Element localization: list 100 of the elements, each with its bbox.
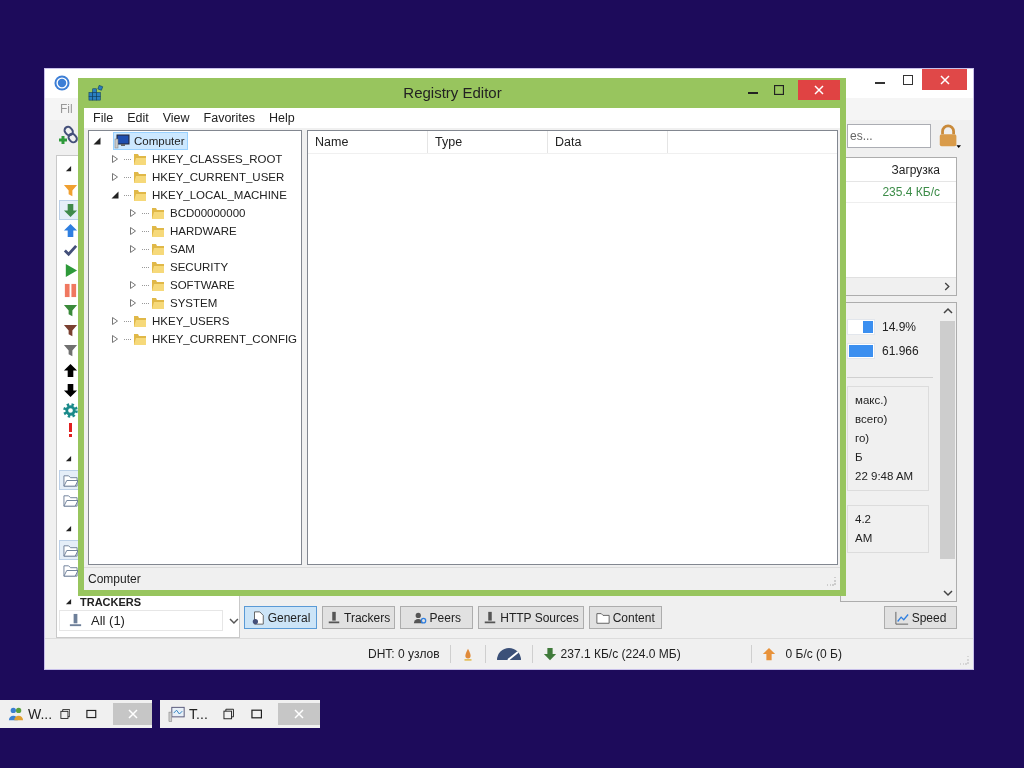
column-header[interactable]: Загрузка bbox=[891, 162, 940, 177]
tree-item[interactable]: SYSTEM bbox=[149, 294, 221, 312]
tab[interactable]: General bbox=[244, 606, 317, 629]
expand-icon[interactable] bbox=[129, 227, 137, 235]
check-icon bbox=[62, 242, 78, 258]
tree-item[interactable]: Computer bbox=[113, 132, 188, 150]
monitor-icon bbox=[168, 705, 186, 723]
column-header[interactable]: Data bbox=[548, 131, 668, 153]
dht-status: DHT: 0 узлов bbox=[368, 647, 440, 661]
chevron-down-icon[interactable] bbox=[229, 616, 239, 625]
folder-icon bbox=[132, 331, 148, 347]
info-text: макс.) bbox=[855, 393, 889, 408]
maximize-icon[interactable] bbox=[86, 708, 98, 720]
progress-text: 14.9% bbox=[882, 320, 917, 334]
collapse-icon[interactable] bbox=[65, 164, 72, 172]
registry-icon bbox=[88, 85, 105, 102]
up-arrow-icon bbox=[761, 647, 776, 661]
close-icon bbox=[294, 709, 305, 719]
column-header[interactable]: Type bbox=[428, 131, 548, 153]
down-arrow-icon bbox=[62, 382, 78, 398]
minimized-window[interactable]: T... bbox=[160, 700, 320, 728]
close-icon bbox=[127, 709, 138, 719]
scroll-up-icon[interactable] bbox=[942, 307, 953, 315]
close-icon bbox=[939, 74, 950, 85]
tab[interactable]: Speed bbox=[884, 606, 957, 629]
tree-label: HARDWARE bbox=[170, 225, 237, 237]
tree-item[interactable]: HARDWARE bbox=[149, 222, 240, 240]
scrollbar-thumb[interactable] bbox=[940, 321, 955, 559]
pin-icon bbox=[68, 613, 83, 628]
collapse-icon[interactable] bbox=[65, 454, 72, 462]
section-title: TRACKERS bbox=[80, 596, 142, 608]
restore-icon[interactable] bbox=[223, 708, 235, 720]
collapse-icon[interactable] bbox=[65, 598, 72, 605]
collapse-icon[interactable] bbox=[111, 191, 119, 199]
tab[interactable]: HTTP Sources bbox=[478, 606, 584, 629]
expand-icon[interactable] bbox=[129, 299, 137, 307]
menu-item[interactable]: File bbox=[93, 111, 114, 125]
tree-item[interactable]: BCD00000000 bbox=[149, 204, 249, 222]
people-icon bbox=[8, 705, 24, 723]
maximize-icon[interactable] bbox=[250, 708, 263, 720]
link-icon[interactable] bbox=[57, 125, 79, 147]
menu-item[interactable]: View bbox=[162, 111, 190, 125]
lock-icon[interactable] bbox=[937, 124, 961, 148]
tree-item[interactable]: SOFTWARE bbox=[149, 276, 238, 294]
upload-speed: 0 Б/с (0 Б) bbox=[785, 647, 842, 661]
expand-icon[interactable] bbox=[111, 335, 119, 343]
table-cell: 235.4 КБ/с bbox=[882, 185, 940, 199]
menu-item[interactable]: Help bbox=[269, 111, 295, 125]
gauge-icon[interactable] bbox=[495, 647, 522, 661]
close-button[interactable] bbox=[798, 80, 840, 100]
expand-icon[interactable] bbox=[129, 209, 137, 217]
window-title: Registry Editor bbox=[402, 83, 503, 103]
tree-item[interactable]: SAM bbox=[149, 240, 198, 258]
gear-icon bbox=[62, 402, 78, 418]
info-text: Б bbox=[855, 450, 864, 465]
tab[interactable]: Trackers bbox=[322, 606, 396, 629]
menu-item[interactable]: Favorites bbox=[203, 111, 255, 125]
tree-label: HKEY_CLASSES_ROOT bbox=[152, 153, 283, 165]
funnel-icon bbox=[62, 322, 78, 338]
minimized-window[interactable]: W... bbox=[0, 700, 152, 728]
search-field[interactable]: es... bbox=[847, 124, 931, 148]
computer-icon bbox=[114, 133, 130, 149]
collapse-icon[interactable] bbox=[93, 137, 101, 145]
window-title: T... bbox=[189, 706, 209, 722]
tree-item[interactable]: HKEY_CURRENT_CONFIG bbox=[131, 330, 301, 348]
scroll-right-icon[interactable] bbox=[943, 282, 951, 291]
expand-icon[interactable] bbox=[111, 317, 119, 325]
scroll-down-icon[interactable] bbox=[942, 589, 953, 597]
tab[interactable]: Content bbox=[588, 606, 662, 629]
restore-icon[interactable] bbox=[59, 708, 71, 720]
close-icon bbox=[814, 85, 824, 95]
folder-icon bbox=[62, 472, 78, 488]
status-text: Computer bbox=[88, 572, 141, 586]
resize-grip-icon[interactable] bbox=[959, 655, 969, 665]
info-text: AM bbox=[855, 531, 874, 546]
info-text: 4.2 bbox=[855, 512, 872, 527]
folder-icon bbox=[132, 313, 148, 329]
folder-icon bbox=[132, 187, 148, 203]
expand-icon[interactable] bbox=[129, 281, 137, 289]
expand-icon[interactable] bbox=[111, 155, 119, 163]
expand-icon[interactable] bbox=[129, 245, 137, 253]
collapse-icon[interactable] bbox=[65, 524, 72, 532]
folder-icon bbox=[150, 241, 166, 257]
tab[interactable]: Peers bbox=[400, 606, 474, 629]
folder-icon bbox=[150, 223, 166, 239]
tree-item[interactable]: HKEY_USERS bbox=[131, 312, 233, 330]
pin-icon bbox=[483, 610, 498, 625]
menu-item[interactable]: Edit bbox=[127, 111, 149, 125]
resize-grip-icon[interactable] bbox=[826, 576, 836, 586]
funnel-icon bbox=[62, 342, 78, 358]
pause-icon bbox=[62, 282, 78, 298]
tree-label: HKEY_USERS bbox=[152, 315, 230, 327]
tree-item[interactable]: HKEY_CLASSES_ROOT bbox=[131, 150, 286, 168]
expand-icon[interactable] bbox=[111, 173, 119, 181]
tree-item[interactable]: HKEY_CURRENT_USER bbox=[131, 168, 288, 186]
folder-icon bbox=[132, 169, 148, 185]
tracker-item[interactable]: All (1) bbox=[59, 610, 224, 631]
tree-item[interactable]: HKEY_LOCAL_MACHINE bbox=[131, 186, 290, 204]
tree-item[interactable]: SECURITY bbox=[149, 258, 232, 276]
column-header[interactable]: Name bbox=[308, 131, 428, 153]
